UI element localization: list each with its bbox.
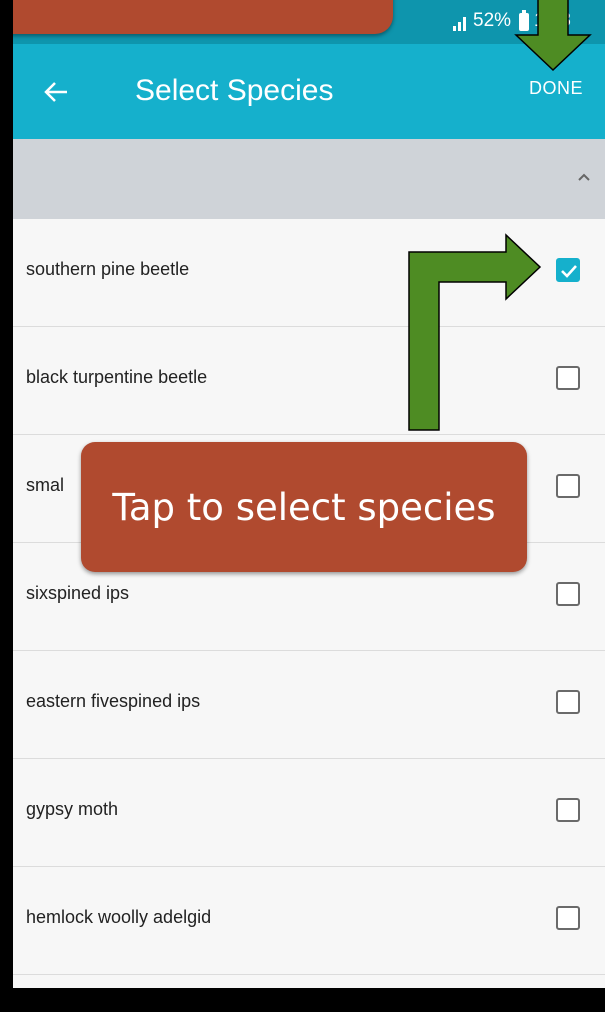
tap-to-select-callout: Tap to select species	[81, 442, 527, 572]
done-button[interactable]: DONE	[529, 78, 583, 99]
checkbox[interactable]	[556, 690, 580, 714]
page-title: Select Species	[135, 74, 334, 107]
checkbox[interactable]	[556, 906, 580, 930]
checkbox[interactable]	[556, 366, 580, 390]
checkbox[interactable]	[556, 582, 580, 606]
clock: 12:3M	[534, 10, 605, 32]
species-label: eastern fivespined ips	[26, 691, 201, 711]
species-label: hemlock woolly adelgid	[26, 907, 212, 927]
list-item[interactable]: hemlock woolly adelgid	[13, 867, 605, 975]
species-label: smal	[26, 475, 65, 495]
species-label: gypsy moth	[26, 799, 119, 819]
checkbox[interactable]	[556, 474, 580, 498]
phone-screen: 52% 12:3M Select Species DONE southern p…	[13, 0, 605, 988]
list-item[interactable]: southern pine beetle	[13, 219, 605, 327]
top-callout-banner	[13, 0, 393, 34]
signal-icon	[453, 17, 466, 31]
species-label: sixspined ips	[26, 583, 130, 603]
species-label: southern pine beetle	[26, 259, 190, 279]
species-label: black turpentine beetle	[26, 367, 208, 387]
section-header[interactable]	[13, 139, 605, 219]
list-item[interactable]: gypsy moth	[13, 759, 605, 867]
battery-icon	[519, 10, 529, 31]
checkbox[interactable]	[556, 798, 580, 822]
clock-time: 12:3	[534, 10, 571, 31]
check-icon	[561, 265, 577, 278]
list-item[interactable]: black turpentine beetle	[13, 327, 605, 435]
arrow-left-icon[interactable]	[43, 80, 69, 104]
battery-percent: 52%	[473, 10, 512, 31]
list-item[interactable]: eastern fivespined ips	[13, 651, 605, 759]
app-bar: Select Species DONE	[13, 44, 605, 139]
callout-text: Tap to select species	[112, 486, 496, 529]
navigation-bar	[13, 988, 605, 1012]
screen-frame: 52% 12:3M Select Species DONE southern p…	[0, 0, 605, 1012]
chevron-up-icon[interactable]	[576, 171, 592, 183]
species-list: southern pine beetle black turpentine be…	[13, 219, 605, 975]
checkbox-checked[interactable]	[556, 258, 580, 282]
